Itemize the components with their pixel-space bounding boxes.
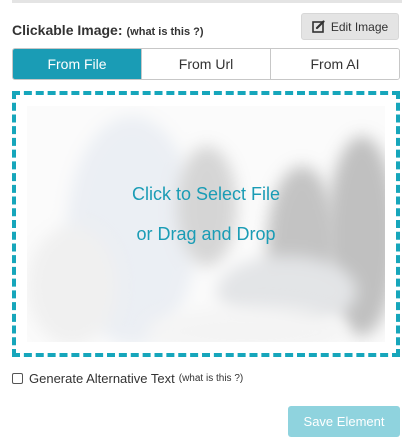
field-label-row: Clickable Image: (what is this ?) bbox=[12, 22, 204, 38]
dropzone-prompt: Click to Select File or Drag and Drop bbox=[16, 174, 396, 254]
dropzone-line-2: or Drag and Drop bbox=[136, 224, 276, 244]
file-dropzone[interactable]: Click to Select File or Drag and Drop bbox=[12, 91, 400, 357]
alt-text-checkbox[interactable] bbox=[12, 373, 23, 384]
dropzone-line-1: Click to Select File bbox=[131, 184, 281, 204]
tab-from-ai[interactable]: From AI bbox=[270, 49, 399, 79]
tab-from-file[interactable]: From File bbox=[13, 49, 141, 79]
alt-text-row: Generate Alternative Text (what is this … bbox=[12, 371, 243, 386]
section-divider bbox=[12, 0, 402, 3]
edit-icon bbox=[312, 20, 325, 33]
field-help-link[interactable]: (what is this ?) bbox=[127, 26, 204, 38]
source-tabs: From File From Url From AI bbox=[12, 48, 400, 80]
save-element-button[interactable]: Save Element bbox=[288, 406, 400, 437]
field-label: Clickable Image: bbox=[12, 22, 123, 38]
alt-text-label[interactable]: Generate Alternative Text bbox=[29, 371, 175, 386]
edit-image-button[interactable]: Edit Image bbox=[301, 13, 399, 40]
alt-text-help-link[interactable]: (what is this ?) bbox=[179, 373, 243, 384]
edit-image-label: Edit Image bbox=[330, 19, 389, 34]
tab-from-url[interactable]: From Url bbox=[141, 49, 270, 79]
